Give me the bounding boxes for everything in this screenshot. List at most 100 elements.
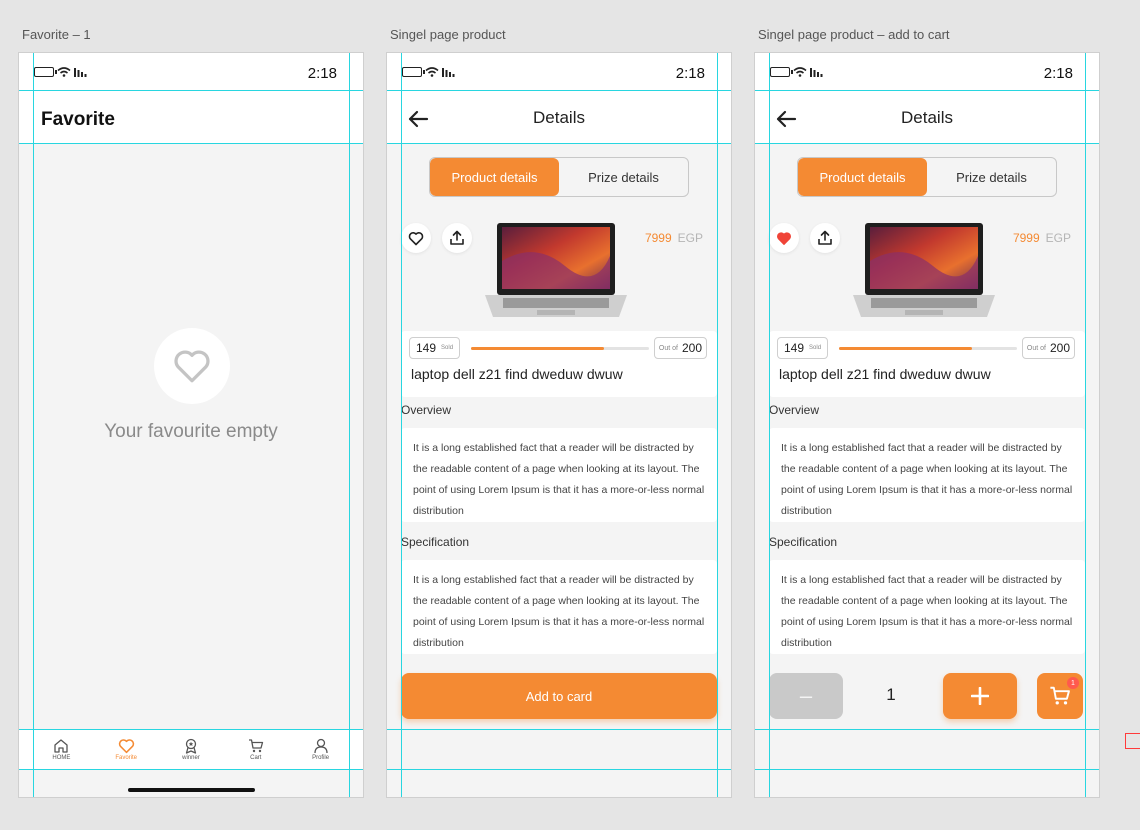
layout-guide — [33, 53, 34, 797]
page-title: Favorite — [41, 109, 115, 130]
layout-guide — [19, 143, 363, 144]
signal-icon — [74, 68, 87, 77]
layout-guide — [387, 143, 731, 144]
frame-title-favorite: Favorite – 1 — [22, 27, 91, 42]
cart-button[interactable]: 1 — [1037, 673, 1083, 719]
selection-marker — [1125, 733, 1140, 749]
layout-guide — [387, 729, 731, 730]
plus-icon — [971, 687, 989, 705]
frame-title-product: Singel page product — [390, 27, 506, 42]
sales-progress-card: 149 Sold Out of 200 laptop dell z21 find… — [769, 331, 1085, 397]
overview-label: Overview — [401, 403, 452, 417]
status-bar: 2:18 — [387, 53, 731, 90]
share-button[interactable] — [442, 223, 472, 253]
nav-profile-label: Profile — [312, 754, 330, 761]
heart-outline-icon — [174, 350, 210, 383]
cart-icon — [1050, 686, 1070, 705]
layout-guide — [19, 90, 363, 91]
status-time: 2:18 — [675, 65, 705, 82]
overview-label: Overview — [769, 403, 820, 417]
tab-prize-details[interactable]: Prize details — [559, 158, 688, 196]
layout-guide — [717, 53, 718, 797]
tab-product-details[interactable]: Product details — [798, 158, 927, 196]
status-time: 2:18 — [1043, 65, 1073, 82]
empty-heart-circle — [154, 328, 230, 404]
wifi-icon — [57, 67, 71, 77]
product-name: laptop dell z21 find dweduw dwuw — [779, 366, 991, 382]
heart-icon — [118, 738, 134, 753]
details-header: Details — [387, 90, 731, 143]
home-indicator — [128, 788, 255, 792]
battery-icon — [402, 67, 425, 77]
nav-cart[interactable]: Cart — [236, 738, 276, 761]
layout-guide — [755, 90, 1099, 91]
header-title: Details — [533, 108, 585, 127]
layout-guide — [755, 143, 1099, 144]
product-image — [485, 223, 627, 317]
sales-progress-card: 149 Sold Out of 200 laptop dell z21 find… — [401, 331, 717, 397]
layout-guide — [755, 769, 1099, 770]
battery-icon — [34, 67, 57, 77]
overview-text: It is a long established fact that a rea… — [401, 428, 717, 522]
price: 7999 EGP — [645, 231, 703, 245]
increase-quantity-button[interactable] — [943, 673, 1017, 719]
progress-fill — [839, 347, 972, 350]
tab-prize-details[interactable]: Prize details — [927, 158, 1056, 196]
frame-title-product-cart: Singel page product – add to cart — [758, 27, 950, 42]
sold-count: 149 Sold — [409, 337, 461, 359]
details-header: Details — [755, 90, 1099, 143]
total-value: 200 — [1049, 341, 1070, 355]
sold-label: Sold — [441, 345, 454, 351]
signal-icon — [442, 68, 455, 77]
product-name: laptop dell z21 find dweduw dwuw — [411, 366, 623, 382]
nav-favorite-label: Favorite — [115, 754, 138, 761]
nav-cart-label: Cart — [250, 754, 262, 761]
overview-text: It is a long established fact that a rea… — [769, 428, 1085, 522]
nav-winner[interactable]: winner — [171, 738, 211, 761]
total-count: Out of 200 — [1021, 337, 1075, 359]
price-value: 7999 — [644, 231, 672, 245]
nav-profile[interactable]: Profile — [301, 738, 341, 761]
decrease-quantity-button[interactable]: – — [769, 673, 843, 719]
nav-home[interactable]: HOME — [41, 738, 81, 761]
details-tabs: Product details Prize details — [797, 157, 1057, 197]
progress-fill — [471, 347, 604, 350]
tab-product-details[interactable]: Product details — [430, 158, 559, 196]
total-count: Out of 200 — [653, 337, 707, 359]
status-bar: 2:18 — [19, 53, 363, 90]
cart-count-badge: 1 — [1067, 677, 1079, 689]
price: 7999 EGP — [1013, 231, 1071, 245]
wifi-icon — [425, 67, 439, 77]
empty-state-text: Your favourite empty — [104, 421, 278, 442]
out-of-label: Out of — [1026, 344, 1046, 352]
details-tabs: Product details Prize details — [429, 157, 689, 197]
favorite-button[interactable] — [401, 223, 431, 253]
home-icon — [54, 738, 69, 753]
status-time: 2:18 — [307, 65, 337, 82]
price-currency: EGP — [677, 231, 703, 245]
share-button[interactable] — [810, 223, 840, 253]
product-image — [853, 223, 995, 317]
cart-icon — [248, 738, 263, 752]
wifi-icon — [793, 67, 807, 77]
product-cart-screen: 2:18 Details Product details Prize detai… — [754, 52, 1100, 798]
layout-guide — [401, 53, 402, 797]
layout-guide — [19, 729, 363, 730]
layout-guide — [387, 769, 731, 770]
layout-guide — [769, 53, 770, 797]
heart-outline-icon — [408, 231, 424, 245]
out-of-label: Out of — [658, 344, 678, 352]
share-icon — [450, 230, 464, 245]
favorite-button[interactable] — [769, 223, 799, 253]
progress-bar — [471, 347, 649, 350]
layout-guide — [1085, 53, 1086, 797]
favorite-header: Favorite — [19, 90, 363, 143]
sold-value: 149 — [784, 341, 805, 355]
quantity-value: 1 — [886, 685, 896, 704]
heart-filled-icon — [777, 231, 791, 245]
specification-text: It is a long established fact that a rea… — [769, 560, 1085, 654]
layout-guide — [387, 90, 731, 91]
specification-label: Specification — [769, 535, 838, 549]
add-to-cart-button[interactable]: Add to card — [401, 673, 717, 719]
nav-favorite[interactable]: Favorite — [106, 738, 146, 761]
